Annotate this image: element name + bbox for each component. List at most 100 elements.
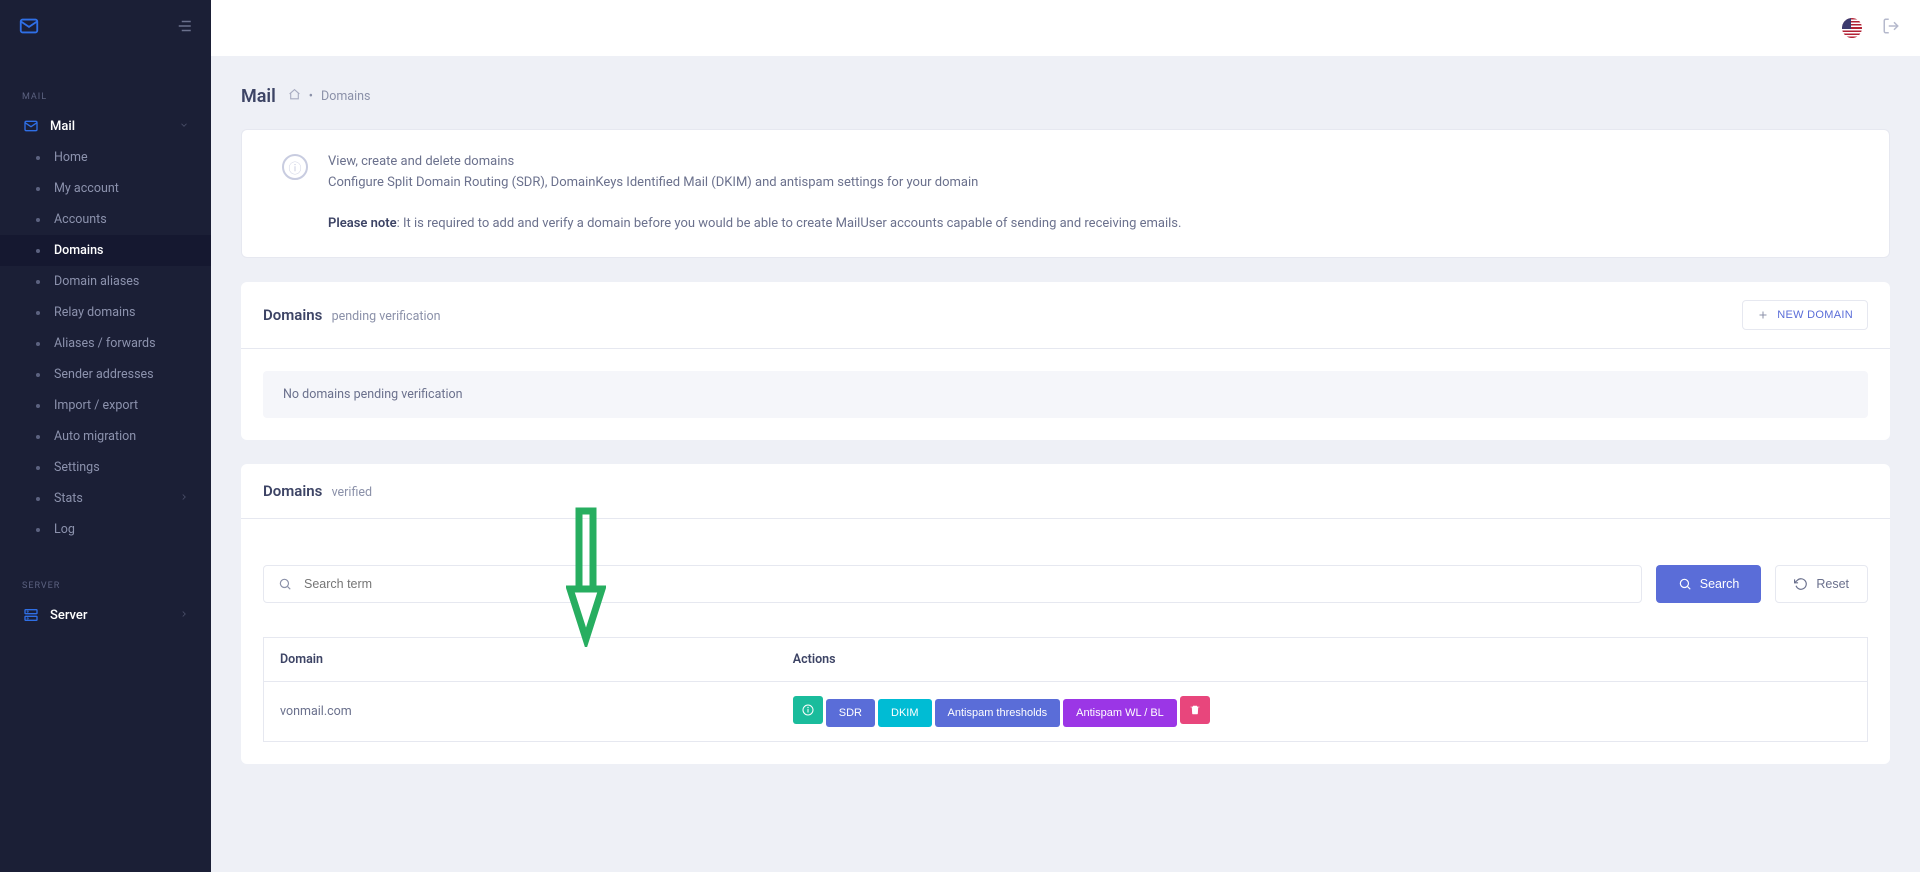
verified-title-wrap: Domains verified: [263, 482, 372, 500]
page-header: Mail • Domains: [241, 86, 1890, 107]
search-icon: [278, 577, 292, 591]
home-icon[interactable]: [288, 88, 301, 105]
verified-body: Search Reset Domain Actions vonmail.c: [241, 519, 1890, 764]
pending-sub: pending verification: [332, 309, 441, 324]
breadcrumb-current: Domains: [321, 89, 371, 104]
sidebar-item-settings[interactable]: Settings: [0, 452, 211, 483]
topbar: [211, 0, 1920, 56]
verified-head: Domains verified: [241, 464, 1890, 519]
bullet-icon: [36, 156, 40, 160]
sidebar-item-stats[interactable]: Stats: [0, 483, 211, 514]
bullet-icon: [36, 404, 40, 408]
intro-line2: Configure Split Domain Routing (SDR), Do…: [328, 173, 1181, 194]
mail-icon: [22, 118, 40, 134]
col-actions: Actions: [777, 638, 1868, 682]
pending-empty: No domains pending verification: [263, 371, 1868, 418]
breadcrumb: • Domains: [288, 88, 371, 105]
nav-root-label: Mail: [50, 119, 75, 134]
pending-body: No domains pending verification: [241, 349, 1890, 440]
sidebar-item-home[interactable]: Home: [0, 142, 211, 173]
sidebar-item-my-account[interactable]: My account: [0, 173, 211, 204]
nav-root-label: Server: [50, 608, 87, 623]
sidebar-item-label: Settings: [54, 460, 100, 475]
trash-icon: [1189, 704, 1201, 716]
delete-domain-button[interactable]: [1180, 696, 1210, 724]
intro-text: View, create and delete domains Configur…: [328, 152, 1181, 235]
sidebar-item-domain-aliases[interactable]: Domain aliases: [0, 266, 211, 297]
domain-info-button[interactable]: [793, 696, 823, 724]
verified-title: Domains: [263, 482, 322, 500]
sidebar-item-label: Stats: [54, 491, 83, 506]
content: Mail • Domains ⓘ View, create and delete…: [211, 56, 1920, 828]
bullet-icon: [36, 497, 40, 501]
pending-head: Domains pending verification NEW DOMAIN: [241, 282, 1890, 349]
antispam-thresholds-button[interactable]: Antispam thresholds: [935, 699, 1061, 727]
sidebar-item-label: My account: [54, 181, 119, 196]
sidebar-item-label: Import / export: [54, 398, 138, 413]
pending-title: Domains: [263, 306, 322, 324]
sidebar: MAIL Mail Home My account Accounts Domains Dom…: [0, 0, 211, 872]
bullet-icon: [36, 342, 40, 346]
bullet-icon: [36, 280, 40, 284]
cell-actions: SDRDKIMAntispam thresholdsAntispam WL / …: [777, 682, 1868, 742]
verified-card: Domains verified: [241, 464, 1890, 764]
sidebar-item-label: Auto migration: [54, 429, 136, 444]
bullet-icon: [36, 373, 40, 377]
chevron-down-icon: [179, 119, 189, 134]
sidebar-item-import-export[interactable]: Import / export: [0, 390, 211, 421]
new-domain-button[interactable]: NEW DOMAIN: [1742, 300, 1868, 330]
language-flag-us-icon[interactable]: [1842, 18, 1862, 38]
plus-icon: [1757, 309, 1769, 321]
sidebar-item-relay-domains[interactable]: Relay domains: [0, 297, 211, 328]
bullet-icon: [36, 311, 40, 315]
sidebar-item-label: Domain aliases: [54, 274, 139, 289]
cell-domain: vonmail.com: [264, 682, 777, 742]
reset-icon: [1794, 577, 1808, 591]
sidebar-item-auto-migration[interactable]: Auto migration: [0, 421, 211, 452]
search-button-label: Search: [1700, 577, 1740, 591]
bullet-icon: [36, 249, 40, 253]
table-header-row: Domain Actions: [264, 638, 1868, 682]
antispam-wlbl-button[interactable]: Antispam WL / BL: [1063, 699, 1177, 727]
domain-table: Domain Actions vonmail.comSDRDKIMAntispa…: [263, 637, 1868, 742]
nav-root-mail[interactable]: Mail: [0, 110, 211, 142]
server-icon: [22, 607, 40, 623]
sidebar-item-log[interactable]: Log: [0, 514, 211, 545]
nav-root-server[interactable]: Server: [0, 599, 211, 631]
page-title: Mail: [241, 86, 276, 107]
info-icon: ⓘ: [282, 154, 308, 180]
bullet-icon: [36, 466, 40, 470]
section-label: SERVER: [0, 545, 211, 599]
sidebar-item-sender-addresses[interactable]: Sender addresses: [0, 359, 211, 390]
sidebar-item-label: Accounts: [54, 212, 107, 227]
sidebar-item-accounts[interactable]: Accounts: [0, 204, 211, 235]
menu-toggle-icon[interactable]: [175, 17, 193, 39]
sdr-button[interactable]: SDR: [826, 699, 875, 727]
intro-card: ⓘ View, create and delete domains Config…: [241, 129, 1890, 258]
breadcrumb-sep: •: [309, 89, 313, 104]
sidebar-item-label: Sender addresses: [54, 367, 154, 382]
sidebar-item-label: Home: [54, 150, 88, 165]
search-input[interactable]: [302, 576, 1627, 592]
bullet-icon: [36, 435, 40, 439]
dkim-button[interactable]: DKIM: [878, 699, 932, 727]
table-row: vonmail.comSDRDKIMAntispam thresholdsAnt…: [264, 682, 1868, 742]
pending-card: Domains pending verification NEW DOMAIN …: [241, 282, 1890, 440]
sidebar-item-label: Log: [54, 522, 75, 537]
search-field-wrap: [263, 565, 1642, 603]
pending-title-wrap: Domains pending verification: [263, 306, 441, 324]
logout-icon[interactable]: [1882, 17, 1900, 39]
search-row: Search Reset: [263, 565, 1868, 603]
bullet-icon: [36, 187, 40, 191]
new-domain-label: NEW DOMAIN: [1777, 309, 1853, 321]
search-button[interactable]: Search: [1656, 565, 1762, 603]
chevron-right-icon: [179, 491, 189, 506]
sidebar-item-label: Relay domains: [54, 305, 135, 320]
sidebar-top: [0, 0, 211, 56]
sidebar-item-aliases-forwards[interactable]: Aliases / forwards: [0, 328, 211, 359]
sidebar-item-domains[interactable]: Domains: [0, 235, 211, 266]
app-logo-icon: [18, 15, 40, 41]
sidebar-item-label: Domains: [54, 243, 103, 258]
reset-button[interactable]: Reset: [1775, 565, 1868, 603]
section-label: MAIL: [0, 56, 211, 110]
